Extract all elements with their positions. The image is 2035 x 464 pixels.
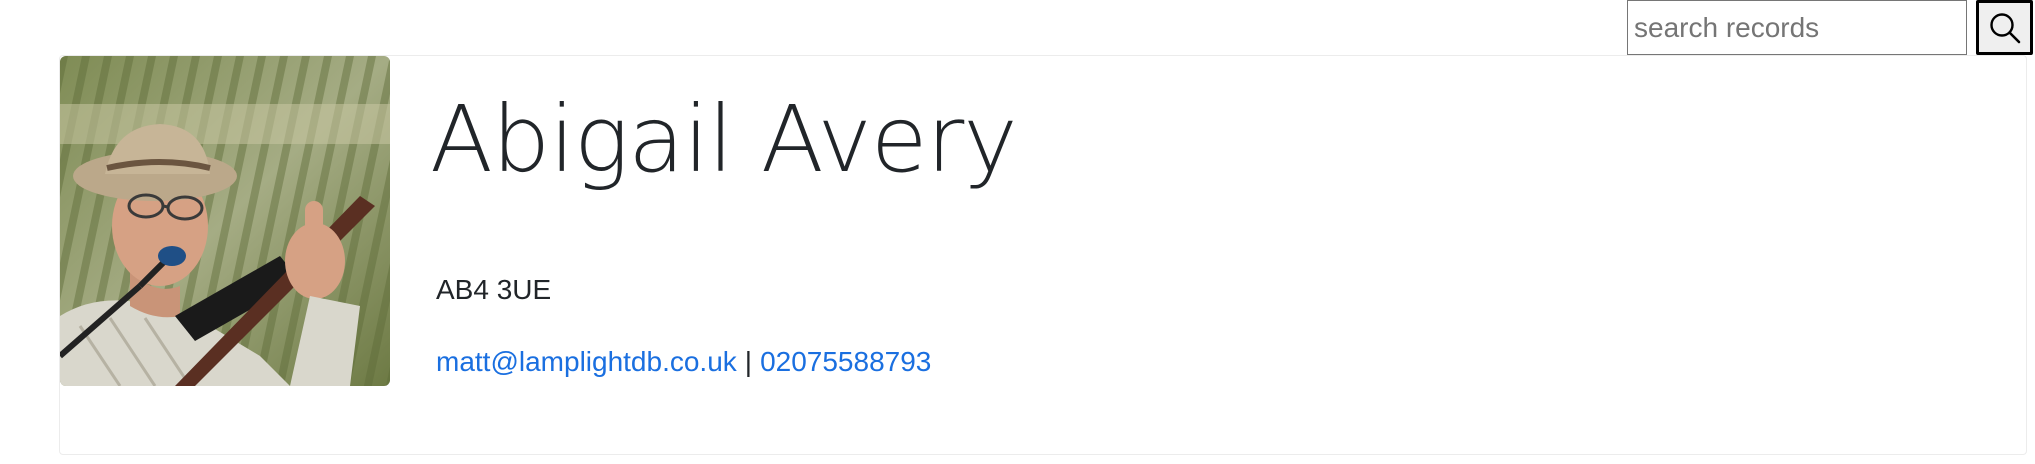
profile-photo [60,56,390,386]
record-card: Abigail Avery AB4 3UE matt@lamplightdb.c… [59,55,2027,455]
search-input[interactable] [1627,0,1967,55]
record-contact: matt@lamplightdb.co.uk | 02075588793 [436,346,931,378]
email-link[interactable]: matt@lamplightdb.co.uk [436,346,737,377]
search-bar [1627,0,2033,55]
contact-separator: | [744,346,753,377]
phone-link[interactable]: 02075588793 [760,346,931,377]
record-page: Abigail Avery AB4 3UE matt@lamplightdb.c… [0,0,2035,464]
record-name: Abigail Avery [430,86,1018,193]
search-icon [1989,12,2020,43]
profile-photo-image [60,56,390,386]
record-postcode: AB4 3UE [436,274,552,305]
search-button[interactable] [1976,0,2033,55]
